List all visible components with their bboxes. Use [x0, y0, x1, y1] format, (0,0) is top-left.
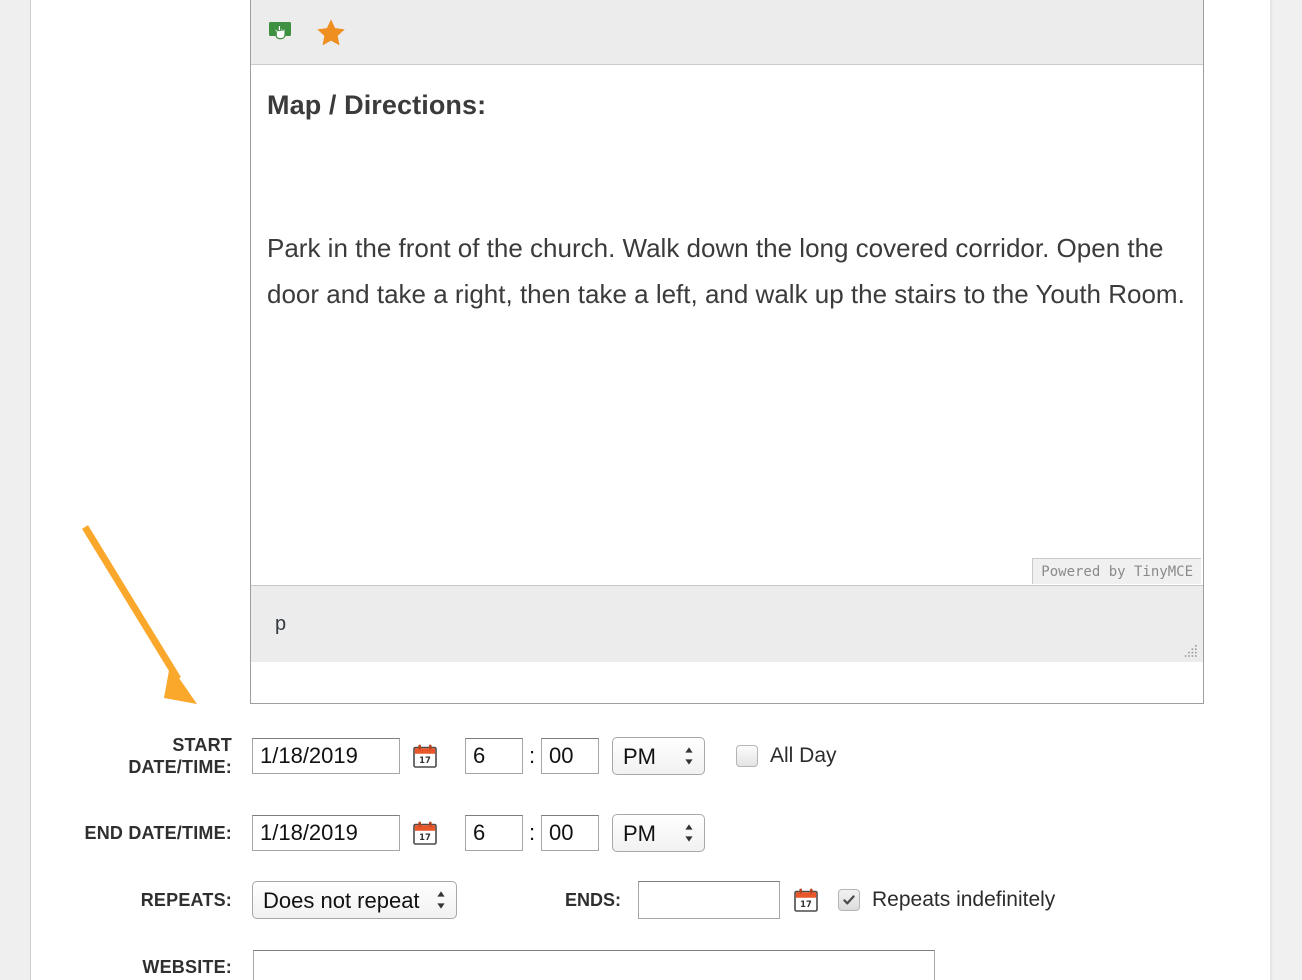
- toolbar-row-2: [251, 1, 1203, 64]
- editor-toolbar: 1 2 3: [251, 0, 1203, 65]
- start-minute-input[interactable]: [541, 738, 599, 774]
- editor-statusbar: p: [251, 585, 1203, 662]
- star-icon[interactable]: [306, 9, 355, 57]
- end-time-colon: :: [528, 820, 536, 845]
- ends-date-calendar-icon[interactable]: 17: [793, 887, 819, 913]
- repeats-select[interactable]: Does not repeat: [252, 881, 457, 919]
- all-day-checkbox[interactable]: [736, 745, 758, 767]
- end-minute-input[interactable]: [541, 815, 599, 851]
- svg-text:17: 17: [419, 832, 431, 842]
- annotation-arrow: [60, 505, 240, 725]
- doc-heading: Map / Directions:: [267, 90, 487, 120]
- editor-content-area[interactable]: Map / Directions: Park in the front of t…: [251, 65, 1203, 585]
- screen: 1 2 3: [0, 0, 1302, 980]
- repeats-row: REPEATS: Does not repeat ENDS: 17 Repeat…: [0, 881, 1270, 919]
- end-date-input[interactable]: [252, 815, 400, 851]
- ends-date-input[interactable]: [638, 881, 781, 919]
- ends-label: ENDS:: [565, 889, 622, 910]
- website-label: WEBSITE:: [142, 957, 232, 977]
- start-ampm-select[interactable]: PM: [612, 737, 705, 775]
- repeats-indefinitely-label: Repeats indefinitely: [872, 888, 1056, 911]
- end-date-calendar-icon[interactable]: 17: [412, 820, 438, 846]
- start-ampm-wrap: PM: [612, 737, 705, 775]
- all-day-label: All Day: [770, 744, 837, 767]
- start-date-calendar-icon[interactable]: 17: [412, 743, 438, 769]
- repeats-indefinitely-checkbox[interactable]: [838, 889, 861, 911]
- website-input[interactable]: [253, 950, 935, 980]
- start-datetime-row: START DATE/TIME: 17 : PM: [0, 734, 1270, 778]
- right-gutter-scroll-area[interactable]: [1270, 0, 1302, 980]
- svg-text:17: 17: [419, 755, 431, 765]
- repeats-select-wrap: Does not repeat: [252, 881, 457, 919]
- start-datetime-label: START DATE/TIME:: [128, 735, 232, 777]
- end-hour-input[interactable]: [465, 815, 523, 851]
- end-ampm-wrap: PM: [612, 814, 705, 852]
- doc-spacer: [267, 121, 1187, 225]
- green-button-icon[interactable]: [257, 9, 306, 57]
- svg-text:17: 17: [800, 899, 812, 909]
- start-date-input[interactable]: [252, 738, 400, 774]
- element-path[interactable]: p: [275, 613, 286, 636]
- repeats-label: REPEATS:: [140, 890, 232, 910]
- tinymce-badge[interactable]: Powered by TinyMCE: [1032, 558, 1201, 584]
- tinymce-editor: 1 2 3: [250, 0, 1204, 704]
- start-time-colon: :: [528, 743, 536, 768]
- end-datetime-row: END DATE/TIME: 17 : PM: [0, 814, 1270, 852]
- end-ampm-select[interactable]: PM: [612, 814, 705, 852]
- start-hour-input[interactable]: [465, 738, 523, 774]
- resize-grip-handle[interactable]: [1184, 643, 1198, 657]
- website-row: WEBSITE:: [0, 950, 1270, 980]
- doc-paragraph: Park in the front of the church. Walk do…: [267, 233, 1185, 310]
- end-datetime-label: END DATE/TIME:: [84, 823, 232, 843]
- editor-document: Map / Directions: Park in the front of t…: [251, 65, 1203, 317]
